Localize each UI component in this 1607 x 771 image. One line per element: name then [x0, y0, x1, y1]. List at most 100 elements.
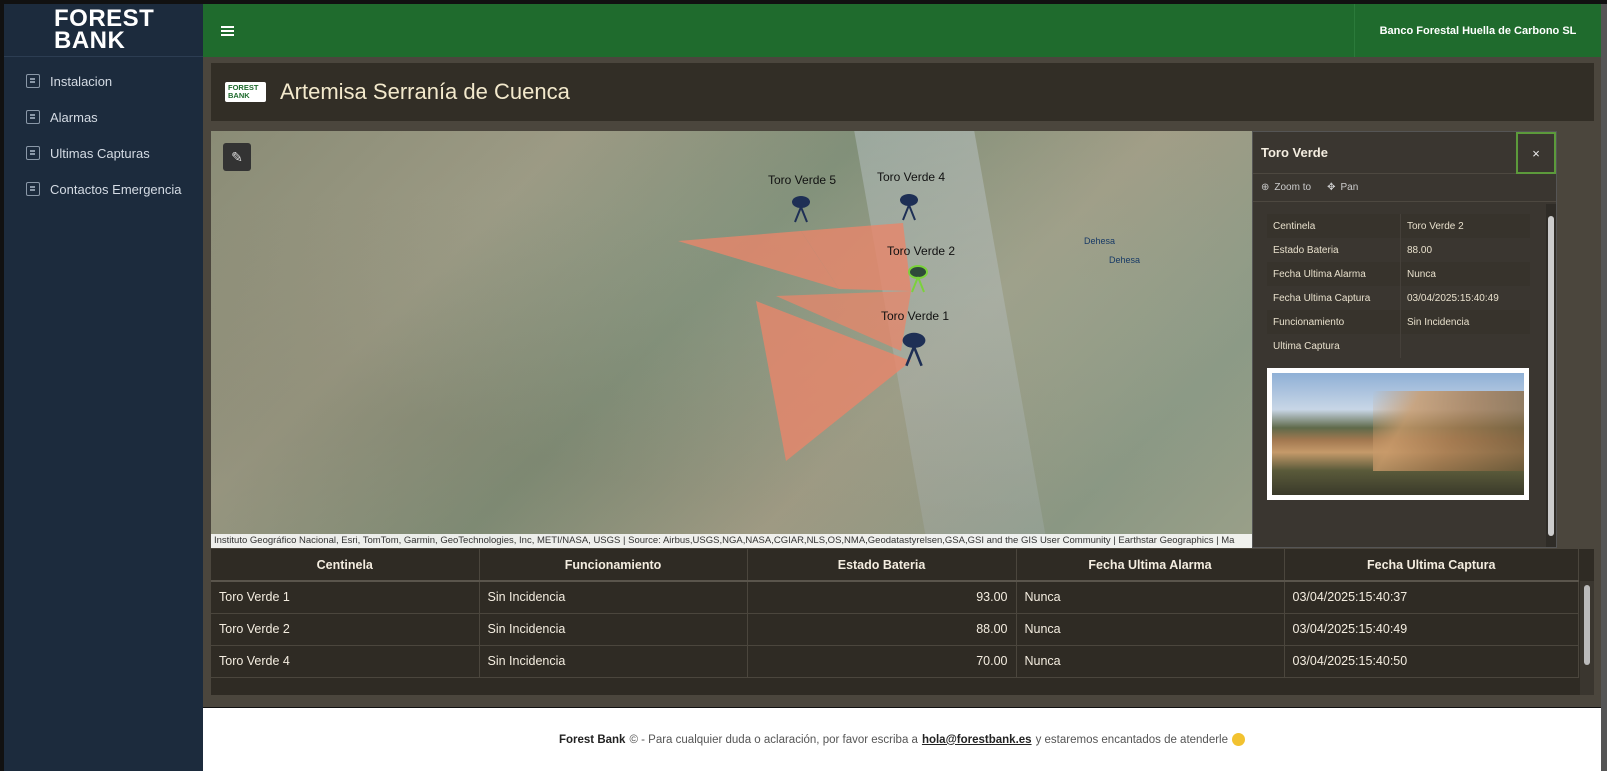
sentinel-marker-toro-verde-2[interactable]: [908, 263, 928, 293]
sidebar-item-label: Alarmas: [50, 109, 98, 125]
forest-bank-logo[interactable]: FOREST BANK: [4, 4, 203, 57]
attribute-row: Fecha Ultima Alarma Nunca: [1267, 262, 1530, 286]
column-header[interactable]: Estado Bateria: [747, 549, 1017, 582]
attribute-row: Estado Bateria 88.00: [1267, 238, 1530, 262]
attribute-value: Nunca: [1400, 262, 1530, 286]
table-cell: 88.00: [747, 613, 1017, 646]
app-frame: FOREST BANK Instalacion Alarmas Ultimas …: [0, 0, 1607, 771]
footer-text: - Para cualquier duda o aclaración, por …: [641, 733, 918, 746]
footer: Forest Bank © - Para cualquier duda o ac…: [203, 708, 1601, 771]
popup-attributes: Centinela Toro Verde 2 Estado Bateria 88.0…: [1253, 204, 1544, 547]
table-row[interactable]: Toro Verde 1 Sin Incidencia 93.00 Nunca …: [211, 581, 1579, 614]
attribute-value: 88.00: [1400, 238, 1530, 262]
page-title: Artemisa Serranía de Cuenca: [280, 79, 570, 104]
main-content: FOREST BANK Artemisa Serranía de Cuenca …: [203, 57, 1601, 707]
close-popup-button[interactable]: ×: [1516, 132, 1556, 174]
table-cell: Toro Verde 2: [211, 613, 480, 646]
footer-brand: Forest Bank: [558, 733, 626, 746]
sidebar-item-alarmas[interactable]: Alarmas: [4, 99, 203, 135]
sentinel-marker-toro-verde-1[interactable]: [901, 329, 927, 367]
table-header-row: Centinela Funcionamiento Estado Bateria …: [211, 549, 1579, 582]
contacts-icon: [26, 182, 40, 196]
forest-bank-mini-logo: FOREST BANK: [225, 82, 266, 102]
attribute-row: Fecha Ultima Captura 03/04/2025:15:40:49: [1267, 286, 1530, 310]
data-table: Centinela Funcionamiento Estado Bateria …: [211, 549, 1579, 678]
marker-label: Toro Verde 1: [881, 309, 950, 323]
book-icon: [26, 74, 40, 88]
popup-actions: ⊕ Zoom to ✥ Pan: [1253, 174, 1556, 202]
feature-popup: Toro Verde × ⊕ Zoom to ✥ Pan Centinela Toro…: [1252, 131, 1557, 548]
popup-title: Toro Verde: [1253, 132, 1556, 174]
sentinel-marker-toro-verde-5[interactable]: [791, 193, 811, 223]
attribute-row: Centinela Toro Verde 2: [1267, 214, 1530, 238]
map-attribution: Instituto Geográfico Nacional, Esri, Tom…: [211, 534, 1256, 548]
sentinel-table: Centinela Funcionamiento Estado Bateria …: [211, 549, 1594, 695]
popup-scrollbar[interactable]: [1546, 204, 1556, 547]
sentinel-marker-toro-verde-4[interactable]: [899, 191, 919, 221]
page-title-card: FOREST BANK Artemisa Serranía de Cuenca: [211, 63, 1594, 121]
logo-line-2: BANK: [54, 27, 126, 54]
table-cell: Sin Incidencia: [479, 645, 748, 678]
place-label: Dehesa: [1084, 236, 1116, 246]
attribute-value: Toro Verde 2: [1400, 214, 1530, 238]
table-cell: 03/04/2025:15:40:37: [1284, 581, 1579, 614]
zoom-to-label: Zoom to: [1274, 182, 1312, 193]
attribute-key: Ultima Captura: [1273, 340, 1340, 352]
table-scrollbar[interactable]: [1580, 581, 1594, 695]
edit-tool-button[interactable]: ✎: [223, 143, 251, 171]
marker-label: Toro Verde 2: [887, 244, 956, 258]
column-header[interactable]: Centinela: [211, 549, 480, 582]
attribute-value: [1400, 334, 1530, 358]
table-cell: 03/04/2025:15:40:50: [1284, 645, 1579, 678]
marker-label: Toro Verde 5: [768, 173, 837, 187]
table-row[interactable]: Toro Verde 4 Sin Incidencia 70.00 Nunca …: [211, 645, 1579, 678]
capture-photo: [1272, 373, 1524, 495]
pan-icon: ✥: [1327, 182, 1336, 193]
coverage-polygons: [678, 223, 911, 461]
table-cell: Sin Incidencia: [479, 581, 748, 614]
top-bar: Banco Forestal Huella de Carbono SL: [203, 4, 1601, 57]
table-row[interactable]: Toro Verde 2 Sin Incidencia 88.00 Nunca …: [211, 613, 1579, 646]
layout-icon: [26, 110, 40, 124]
hamburger-menu-icon[interactable]: [221, 25, 234, 36]
sidebar-item-contactos-emergencia[interactable]: Contactos Emergencia: [4, 171, 203, 207]
email-link[interactable]: hola@forestbank.es: [922, 734, 1032, 746]
sidebar-item-label: Instalacion: [50, 73, 113, 89]
attribute-row: Funcionamiento Sin Incidencia: [1267, 310, 1530, 334]
attribute-row: Ultima Captura: [1267, 334, 1530, 358]
column-header[interactable]: Funcionamiento: [479, 549, 748, 582]
pan-button[interactable]: ✥ Pan: [1327, 182, 1358, 193]
column-header[interactable]: Fecha Ultima Captura: [1284, 549, 1579, 582]
table-cell: Nunca: [1016, 645, 1285, 678]
window-edge: [1601, 4, 1607, 771]
table-cell: Toro Verde 1: [211, 581, 480, 614]
close-icon: ×: [1532, 145, 1540, 161]
table-cell: Sin Incidencia: [479, 613, 748, 646]
table-cell: 70.00: [747, 645, 1017, 678]
column-header[interactable]: Fecha Ultima Alarma: [1016, 549, 1285, 582]
map-view[interactable]: ✎ Toro Verde 5 Toro Verde 4 Toro Verde 2…: [211, 131, 1256, 548]
zoom-to-button[interactable]: ⊕ Zoom to: [1261, 182, 1311, 193]
attribute-key: Estado Bateria: [1273, 244, 1339, 256]
zoom-icon: ⊕: [1261, 182, 1270, 193]
footer-text: y estaremos encantados de atenderle: [1035, 733, 1229, 746]
table-cell: Nunca: [1016, 613, 1285, 646]
table-cell: 03/04/2025:15:40:49: [1284, 613, 1579, 646]
sidebar-item-ultimas-capturas[interactable]: Ultimas Capturas: [4, 135, 203, 171]
attribute-key: Centinela: [1273, 220, 1316, 232]
sidebar-item-instalacion[interactable]: Instalacion: [4, 63, 203, 99]
sidebar-item-label: Contactos Emergencia: [50, 181, 182, 197]
attribute-key: Fecha Ultima Captura: [1273, 292, 1371, 304]
table-cell: Nunca: [1016, 581, 1285, 614]
attribute-value: 03/04/2025:15:40:49: [1400, 286, 1530, 310]
smile-icon: [1232, 733, 1246, 746]
sidebar-item-label: Ultimas Capturas: [50, 145, 150, 161]
company-name: Banco Forestal Huella de Carbono SL: [1354, 4, 1601, 57]
table-cell: 93.00: [747, 581, 1017, 614]
place-label: Dehesa: [1109, 255, 1141, 265]
attribute-key: Funcionamiento: [1273, 316, 1345, 328]
copyright-symbol: ©: [629, 733, 638, 746]
capture-photo-frame[interactable]: [1267, 368, 1529, 500]
attribute-key: Fecha Ultima Alarma: [1273, 268, 1366, 280]
attribute-value: Sin Incidencia: [1400, 310, 1530, 334]
